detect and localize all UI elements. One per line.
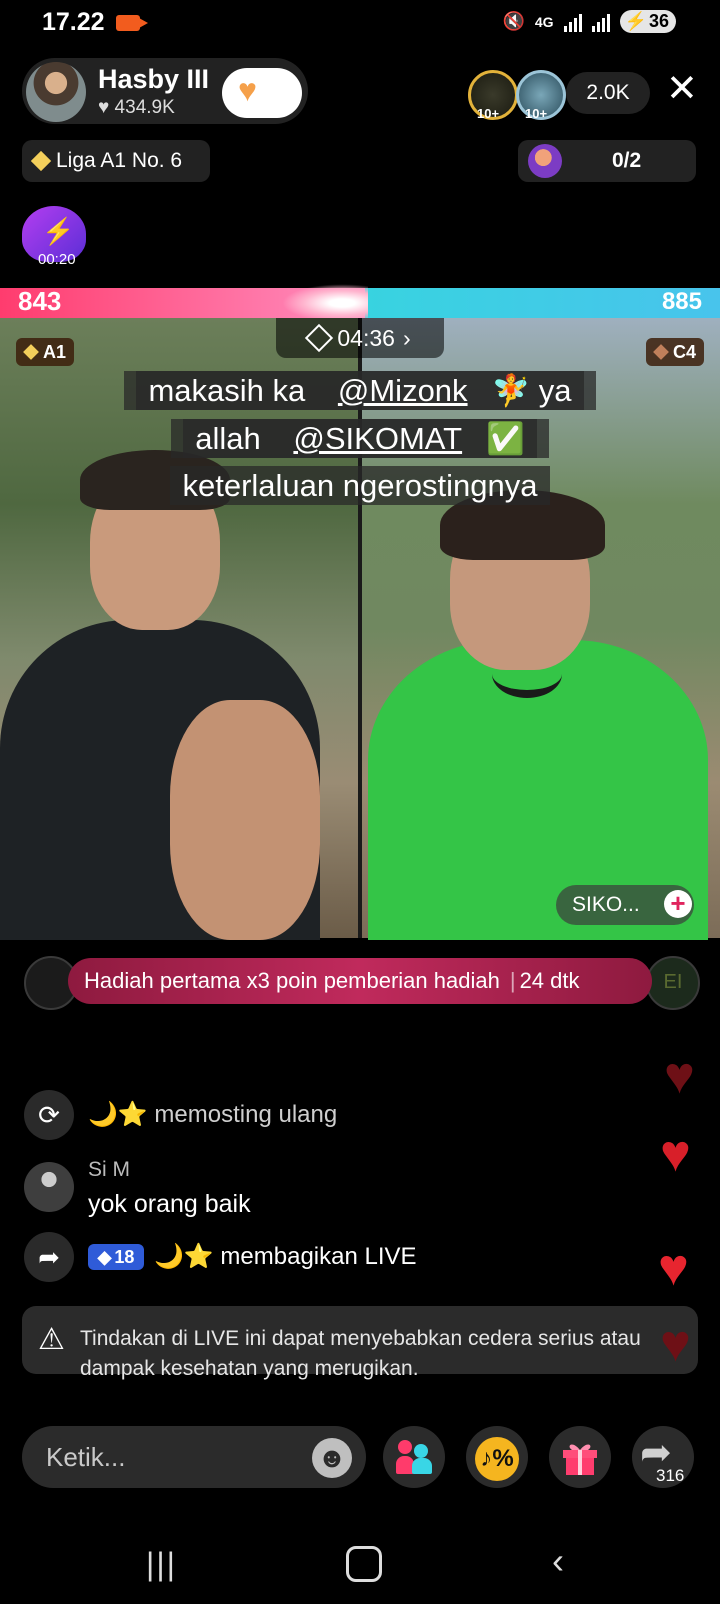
share-arrow-icon: ➦ [24, 1232, 74, 1282]
goal-gift-icon [528, 144, 562, 178]
close-icon[interactable]: ✕ [666, 70, 698, 108]
league-chip[interactable]: Liga A1 No. 6 [22, 140, 210, 182]
overlay-text-line-1: makasih ka @Mizonk 🧚 ya [0, 371, 720, 410]
heart-icon: ♥ [238, 72, 257, 108]
chat-message: yok orang baik [88, 1190, 251, 1218]
recent-apps-button[interactable]: ||| [146, 1546, 177, 1583]
network-label: 4G [534, 13, 554, 30]
mute-icon: 🔇 [502, 11, 525, 31]
signal-icon [563, 12, 582, 32]
home-button[interactable] [346, 1546, 382, 1582]
chat-username[interactable]: Si M [88, 1158, 130, 1182]
battle-timer[interactable]: 04:36 › [276, 318, 444, 358]
host-name[interactable]: Hasby III [98, 64, 209, 95]
floating-heart-icon: ♥ [660, 1125, 691, 1183]
chat-share-message: 🌙⭐ membagikan LIVE [154, 1243, 417, 1270]
score-left: 843 [18, 286, 62, 316]
repost-icon: ⟳ [24, 1090, 74, 1140]
mention-link[interactable]: @Mizonk [325, 371, 480, 410]
level-number: 18 [114, 1246, 135, 1267]
goal-chip[interactable]: 0/2 [518, 140, 696, 182]
battery-level: 36 [648, 11, 669, 31]
guests-icon [396, 1440, 434, 1474]
battle-timer-text: 04:36 [337, 324, 395, 351]
screen-record-icon [116, 15, 148, 31]
top-viewer-avatar-1[interactable]: 10+ [468, 70, 518, 121]
battle-spark-icon [282, 284, 368, 322]
goal-progress: 0/2 [612, 149, 642, 172]
gift-icon [563, 1444, 597, 1475]
diamond-icon [30, 150, 52, 172]
first-gift-banner[interactable]: Hadiah pertama x3 poin pemberian hadiah … [68, 958, 652, 1004]
video-divider [358, 318, 362, 938]
charging-icon: ⚡ [624, 11, 647, 31]
follow-button[interactable] [222, 68, 302, 118]
signal-icon-2 [591, 12, 610, 32]
overlay-text-line-2: allah @SIKOMAT ✅ [0, 419, 720, 458]
boost-timer: 00:20 [38, 251, 76, 268]
rank-label: C4 [672, 341, 696, 362]
chevron-right-icon: › [402, 324, 411, 351]
floating-heart-icon: ♥ [664, 1047, 695, 1105]
share-count: 316 [656, 1466, 685, 1485]
user-level-badge: ◆ 18 [88, 1244, 144, 1270]
viewer-count[interactable]: 2.0K [566, 72, 650, 114]
emoji-icon[interactable]: ☻ [312, 1438, 352, 1478]
add-follow-icon[interactable]: + [664, 890, 692, 918]
banner-countdown: 24 dtk [519, 968, 580, 993]
back-button[interactable]: ‹ [552, 1540, 564, 1582]
banner-avatar-right: EI [646, 956, 700, 1010]
mention-link[interactable]: @SIKOMAT [281, 419, 475, 458]
floating-heart-icon: ♥ [660, 1315, 691, 1373]
comment-placeholder[interactable]: Ketik... [46, 1442, 125, 1473]
discount-icon: ♪% [475, 1437, 519, 1481]
status-time: 17.22 [42, 8, 105, 36]
chat-repost-message: 🌙⭐ memosting ulang [88, 1101, 338, 1128]
rank-badge-right[interactable]: C4 [645, 338, 704, 366]
follow-count: 12 [264, 90, 280, 106]
overlay-text-line-3: keterlaluan ngerostingnya [0, 466, 720, 505]
league-label: Liga A1 No. 6 [56, 149, 183, 172]
status-indicators: 🔇 4G ⚡ 36 [502, 10, 676, 33]
rank-badge-left[interactable]: A1 [16, 338, 75, 366]
viewer-rank-badge: 10+ [525, 106, 548, 121]
warning-text: Tindakan di LIVE ini dapat menyebabkan c… [80, 1327, 641, 1380]
host-figure-arm [170, 700, 320, 940]
diamond-outline-icon [305, 323, 334, 353]
diamond-icon [653, 344, 669, 360]
level-diamond-icon: ◆ [97, 1246, 112, 1267]
battery-indicator: ⚡ 36 [619, 10, 676, 33]
host-avatar[interactable] [26, 62, 86, 122]
opponent-figure-collar [492, 650, 562, 698]
rank-label: A1 [43, 341, 67, 362]
banner-text: Hadiah pertama x3 poin pemberian hadiah [84, 968, 500, 993]
warning-icon: ⚠ [38, 1323, 65, 1356]
score-right: 885 [661, 288, 702, 315]
host-likes: ♥ 434.9K [98, 97, 175, 118]
viewer-rank-badge: 10+ [477, 106, 500, 121]
top-viewer-avatar-2[interactable]: 10+ [516, 70, 566, 121]
banner-separator: | [509, 968, 516, 993]
diamond-icon [23, 344, 39, 360]
chat-avatar[interactable] [24, 1162, 74, 1212]
floating-heart-icon: ♥ [658, 1239, 689, 1297]
